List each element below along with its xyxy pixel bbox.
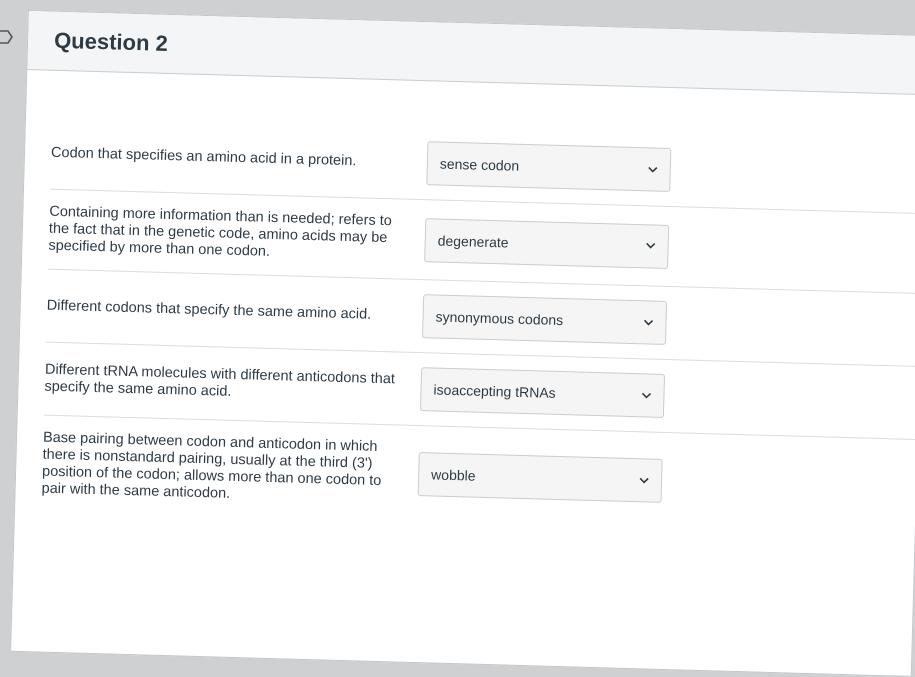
answer-select-value: degenerate: [437, 232, 509, 251]
match-prompt: Containing more information than is need…: [48, 203, 393, 260]
match-prompt: Different tRNA molecules with different …: [44, 361, 396, 400]
answer-select[interactable]: degenerate: [424, 217, 670, 269]
question-flag-icon[interactable]: [0, 28, 14, 46]
chevron-down-icon: [646, 242, 656, 249]
chevron-down-icon: [648, 166, 658, 173]
chevron-down-icon: [639, 477, 649, 484]
match-prompt: Codon that specifies an amino acid in a …: [50, 144, 357, 169]
question-body: Codon that specifies an amino acid in a …: [15, 70, 915, 536]
answer-select[interactable]: synonymous codons: [421, 294, 668, 345]
answer-select[interactable]: wobble: [417, 452, 663, 503]
question-card: Question 2 Codon that specifies an amino…: [10, 10, 915, 677]
answer-select-value: wobble: [430, 466, 476, 484]
answer-select-value: sense codon: [439, 155, 520, 174]
question-title: Question 2: [53, 27, 169, 56]
match-prompt: Base pairing between codon and anticodon…: [41, 429, 382, 502]
chevron-down-icon: [644, 319, 654, 326]
match-prompt: Different codons that specify the same a…: [46, 297, 372, 323]
answer-select-value: synonymous codons: [435, 308, 564, 329]
answer-select[interactable]: isoaccepting tRNAs: [419, 367, 666, 418]
chevron-down-icon: [641, 392, 652, 399]
answer-select[interactable]: sense codon: [426, 141, 672, 193]
answer-select-value: isoaccepting tRNAs: [433, 381, 556, 401]
